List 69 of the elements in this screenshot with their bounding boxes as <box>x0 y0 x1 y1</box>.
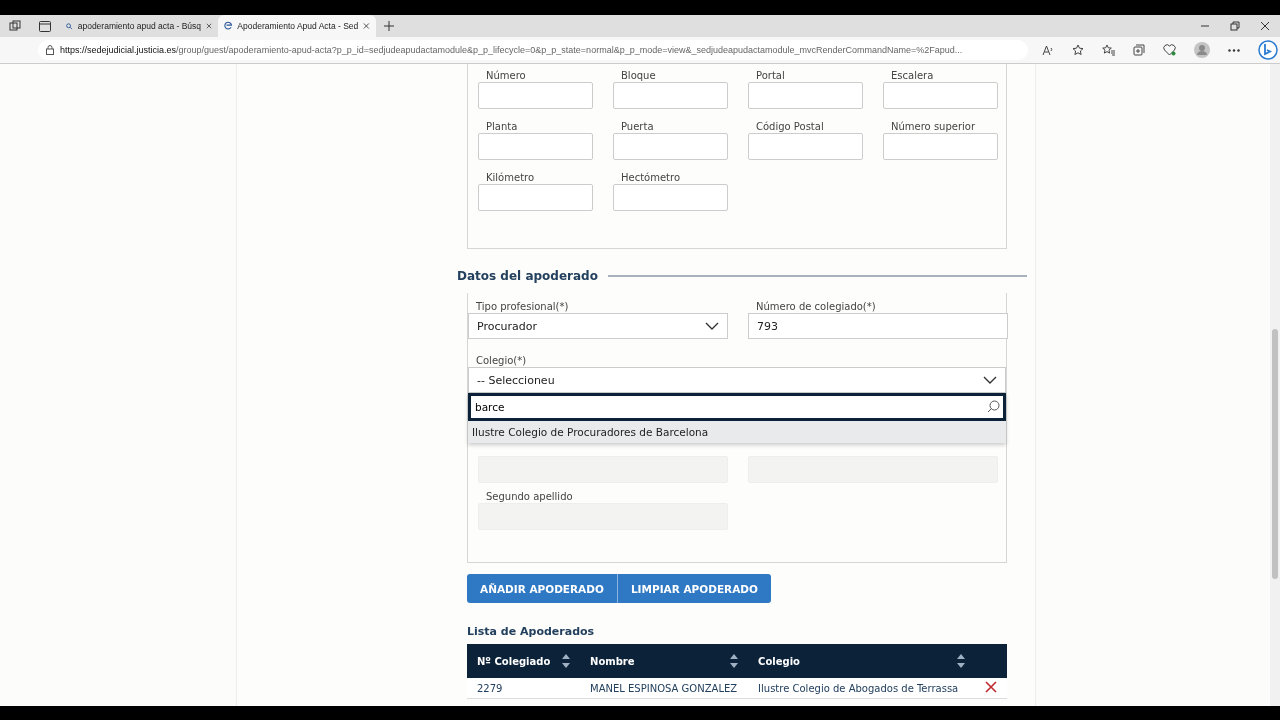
field-label: Número <box>485 70 527 81</box>
field-label: Código Postal <box>755 121 825 132</box>
text-field[interactable] <box>613 82 728 109</box>
profile-icon[interactable] <box>1194 42 1210 58</box>
sort-icon[interactable] <box>562 654 570 668</box>
chevron-down-icon <box>705 322 719 330</box>
table-cell: MANEL ESPINOSA GONZALEZ <box>590 682 738 694</box>
text-field[interactable] <box>748 133 863 160</box>
text-field[interactable] <box>478 82 593 109</box>
text-field[interactable] <box>613 184 728 211</box>
collections-icon[interactable] <box>1133 44 1145 56</box>
star-icon[interactable] <box>1072 44 1084 56</box>
field-label: Puerta <box>620 121 655 132</box>
browser-tab[interactable]: apoderamiento apud acta - Búsq <box>60 15 218 37</box>
field-label: Escalera <box>890 70 935 81</box>
text-field[interactable] <box>748 82 863 109</box>
delete-icon[interactable] <box>985 681 997 693</box>
chat-icon[interactable] <box>1258 40 1278 60</box>
lock-icon <box>46 45 54 55</box>
search-icon <box>987 400 1000 413</box>
address-bar[interactable]: https://sedejudicial.justicia.es/group/guest/apoderamiento-apud-acta?p_p_id=sedjudeapudactamodule&p_p_lifecycle=0&p_p_state=normal&p_p_mode=view&_sedjudeapudactamodule_mvcRenderCommandName=%2Fapud... <box>38 40 1028 60</box>
sort-icon[interactable] <box>730 654 739 668</box>
search-field[interactable]: barce <box>468 393 1006 421</box>
field-label: Kilómetro <box>485 172 536 183</box>
close-icon[interactable] <box>363 22 370 30</box>
browser-tab[interactable]: Apoderamiento Apud Acta - Sed <box>218 15 376 37</box>
select-field[interactable]: -- Seleccioneu <box>468 367 1006 393</box>
table-cell: Ilustre Colegio de Abogados de Terrassa <box>758 682 959 694</box>
text-field[interactable] <box>478 133 593 160</box>
edge-page-icon <box>224 21 233 31</box>
workspaces-icon[interactable] <box>9 20 21 32</box>
column-header: Colegio <box>758 655 800 667</box>
column-header: Nombre <box>590 655 635 667</box>
favorites-icon[interactable] <box>1102 44 1115 56</box>
sort-icon[interactable] <box>957 654 965 668</box>
more-icon[interactable] <box>1228 48 1240 52</box>
text-field[interactable] <box>883 82 998 109</box>
list-title: Lista de Apoderados <box>467 625 596 638</box>
new-tab-icon[interactable] <box>384 21 394 31</box>
dropdown-option[interactable]: Ilustre Colegio de Procuradores de Barcelona <box>468 421 1006 443</box>
url-text: https://sedejudicial.justicia.es/group/guest/apoderamiento-apud-acta?p_p_id=sedjudeapudactamodule&p_p_lifecycle=0&p_p_state=normal&p_p_mode=view&_sedjudeapudactamodule_mvcRenderCommandName=%2Fapud... <box>60 45 963 55</box>
scrollbar-thumb[interactable] <box>1272 329 1278 579</box>
action-button[interactable]: LIMPIAR APODERADO <box>617 574 771 603</box>
select-field[interactable]: Procurador <box>468 313 728 339</box>
column-header: Nº Colegiado <box>477 655 551 667</box>
read-aloud-icon[interactable] <box>1042 44 1054 56</box>
section-title: Datos del apoderado <box>457 269 598 283</box>
chevron-down-icon <box>983 376 997 384</box>
text-field[interactable] <box>883 133 998 160</box>
field-label: Portal <box>755 70 786 81</box>
field-label: Número superior <box>890 121 977 132</box>
text-field[interactable] <box>613 133 728 160</box>
field-label: Colegio(*) <box>475 355 528 366</box>
field-label: Bloque <box>620 70 657 81</box>
action-button[interactable]: AÑADIR APODERADO <box>467 574 618 603</box>
field-label: Hectómetro <box>620 172 682 183</box>
text-field[interactable] <box>478 184 593 211</box>
field-label: Segundo apellido <box>485 491 574 502</box>
search-icon <box>66 21 73 31</box>
table-cell: 2279 <box>477 682 503 694</box>
close-icon[interactable] <box>206 22 212 30</box>
field-label: Tipo profesional(*) <box>475 301 570 312</box>
restore-icon[interactable] <box>1230 21 1240 31</box>
tab-actions-icon[interactable] <box>39 20 51 32</box>
field-label: Planta <box>485 121 519 132</box>
field-label: Número de colegiado(*) <box>755 301 877 312</box>
heart-pulse-icon[interactable] <box>1163 44 1176 56</box>
text-field[interactable]: 793 <box>748 313 1008 339</box>
close-icon[interactable] <box>1260 21 1270 31</box>
